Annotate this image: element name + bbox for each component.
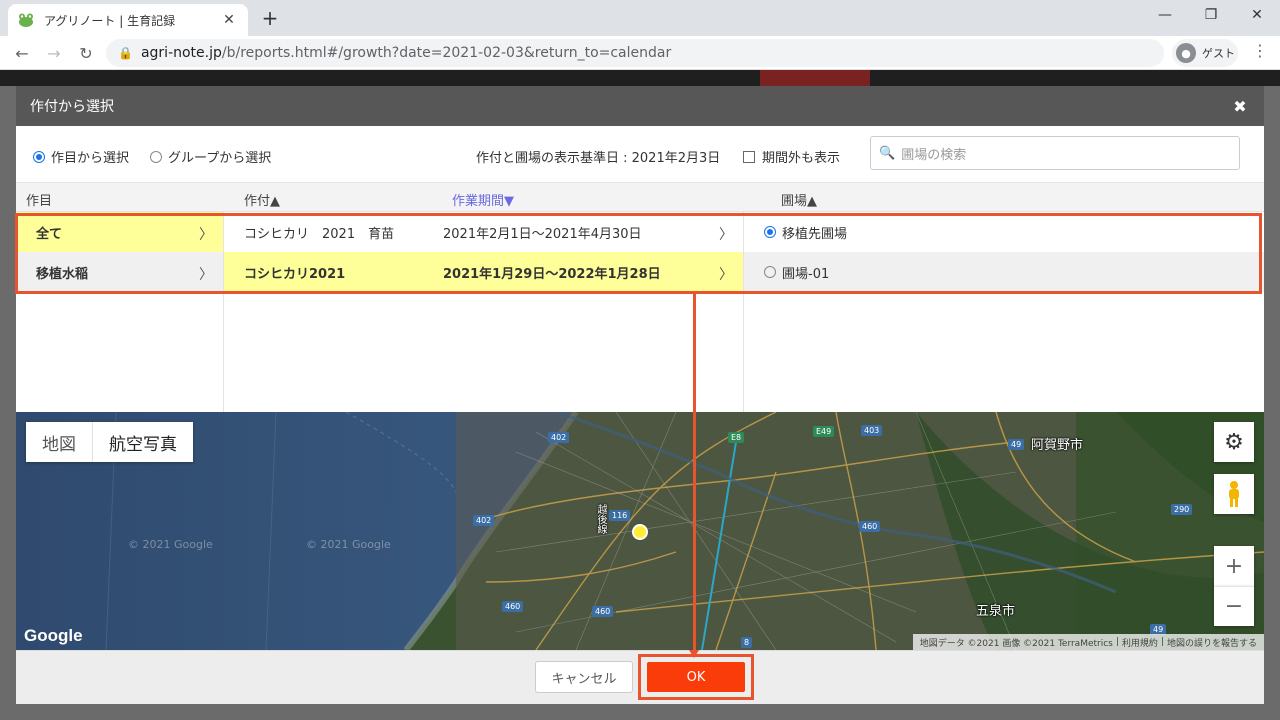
zoom-out-icon[interactable]: − xyxy=(1214,586,1254,626)
map-attribution: 地図データ ©2021 画像 ©2021 TerraMetrics | 利用規約 |… xyxy=(912,634,1264,650)
browser-menu-icon[interactable]: ⋮ xyxy=(1250,41,1270,65)
select-planting-dialog: 作付から選択 ✖ 作目から選択 グループから選択 作付と圃場の表示基準日 : 2… xyxy=(16,86,1264,704)
avatar-icon: ● xyxy=(1176,43,1196,63)
map-type-map-button[interactable]: 地図 xyxy=(26,422,93,462)
terms-link[interactable]: 利用規約 xyxy=(1122,636,1158,649)
map-label-city: 阿賀野市 xyxy=(1031,438,1084,453)
reload-icon[interactable]: ↻ xyxy=(74,41,98,65)
annotation-arrow-line xyxy=(693,294,696,650)
browser-tab-bar: アグリノート | 生育記録 ✕ + — ❐ ✕ xyxy=(0,0,1280,36)
map-type-control: 地図 航空写真 xyxy=(26,422,193,462)
checkbox-icon xyxy=(743,150,755,163)
close-icon[interactable]: ✖ xyxy=(1230,96,1250,116)
restore-icon[interactable]: ❐ xyxy=(1188,0,1234,30)
browser-toolbar: ← → ↻ 🔒 agri-note.jp/b/reports.html#/gro… xyxy=(0,36,1280,70)
close-window-icon[interactable]: ✕ xyxy=(1234,0,1280,30)
back-icon[interactable]: ← xyxy=(10,41,34,65)
frog-favicon-icon xyxy=(18,12,34,28)
tab-title: アグリノート | 生育記録 xyxy=(44,13,176,28)
road-shield: 49 xyxy=(1008,439,1025,450)
background-page-header xyxy=(0,70,1280,86)
map-watermark: © 2021 Google xyxy=(306,538,391,551)
radio-select-by-group[interactable]: グループから選択 xyxy=(150,147,271,166)
new-tab-icon[interactable]: + xyxy=(258,6,282,30)
google-logo: Google xyxy=(24,626,83,645)
radio-group-label: グループから選択 xyxy=(168,151,272,166)
minimize-icon[interactable]: — xyxy=(1142,0,1188,30)
cancel-button[interactable]: キャンセル xyxy=(535,661,633,693)
road-shield: 402 xyxy=(548,432,570,443)
column-headers: 作目 作付▲ 作業期間▼ 圃場▲ xyxy=(16,182,1264,212)
filter-bar: 作目から選択 グループから選択 作付と圃場の表示基準日 : 2021年2月3日 … xyxy=(16,126,1264,182)
show-out-of-period-checkbox[interactable]: 期間外も表示 xyxy=(743,147,840,166)
radio-crop-label: 作目から選択 xyxy=(51,151,130,166)
show-out-of-period-label: 期間外も表示 xyxy=(762,151,841,166)
road-shield: 460 xyxy=(502,601,524,612)
url-host: agri-note.jp xyxy=(140,45,222,61)
road-shield: 8 xyxy=(741,637,753,648)
map-type-aerial-button[interactable]: 航空写真 xyxy=(93,422,193,462)
close-tab-icon[interactable]: ✕ xyxy=(220,11,238,29)
report-error-link[interactable]: 地図の誤りを報告する xyxy=(1167,636,1257,649)
road-shield: E8 xyxy=(728,432,745,443)
map-settings-gear-icon[interactable]: ⚙ xyxy=(1214,422,1254,462)
search-icon: 🔍 xyxy=(879,145,896,161)
radio-off-icon xyxy=(150,150,162,163)
map-watermark: © 2021 Google xyxy=(128,538,213,551)
radio-on-icon xyxy=(33,150,45,163)
map-view[interactable]: 402 116 402 460 460 403 460 49 290 49 E8… xyxy=(16,412,1264,650)
field-search-input[interactable]: 🔍 圃場の検索 xyxy=(870,136,1240,170)
profile-button[interactable]: ● ゲスト xyxy=(1172,39,1238,67)
road-shield: 460 xyxy=(859,521,881,532)
col-field-sort[interactable]: 圃場▲ xyxy=(781,190,817,209)
street-view-pegman-icon[interactable] xyxy=(1214,474,1254,514)
annotation-highlight-ok xyxy=(638,654,754,700)
lock-icon: 🔒 xyxy=(118,46,133,60)
road-shield: 290 xyxy=(1171,504,1193,515)
dialog-header: 作付から選択 xyxy=(16,86,1264,126)
dialog-title: 作付から選択 xyxy=(30,99,114,115)
map-label-line: 越後線 xyxy=(595,504,606,534)
col-period-sort[interactable]: 作業期間▼ xyxy=(452,190,514,209)
road-shield: E49 xyxy=(813,426,835,437)
search-placeholder: 圃場の検索 xyxy=(901,147,967,163)
radio-select-by-crop[interactable]: 作目から選択 xyxy=(33,147,129,166)
zoom-in-icon[interactable]: + xyxy=(1214,546,1254,586)
col-planting-sort[interactable]: 作付▲ xyxy=(244,190,280,209)
base-date-text: 作付と圃場の表示基準日 : 2021年2月3日 xyxy=(476,151,721,166)
annotation-highlight-rows xyxy=(15,213,1262,294)
col-crop: 作目 xyxy=(26,194,53,209)
map-label-city: 五泉市 xyxy=(976,604,1016,619)
profile-label: ゲスト xyxy=(1202,47,1235,60)
road-shield: 402 xyxy=(473,515,495,526)
browser-tab[interactable]: アグリノート | 生育記録 ✕ xyxy=(8,4,248,36)
road-shield: 403 xyxy=(861,425,883,436)
road-shield: 116 xyxy=(609,510,631,521)
forward-icon[interactable]: → xyxy=(42,41,66,65)
url-path: /b/reports.html#/growth?date=2021-02-03&… xyxy=(221,45,672,61)
map-data-credit: 地図データ ©2021 画像 ©2021 TerraMetrics xyxy=(919,638,1113,649)
address-bar[interactable]: 🔒 agri-note.jp/b/reports.html#/growth?da… xyxy=(106,39,1164,67)
road-shield: 460 xyxy=(592,606,614,617)
